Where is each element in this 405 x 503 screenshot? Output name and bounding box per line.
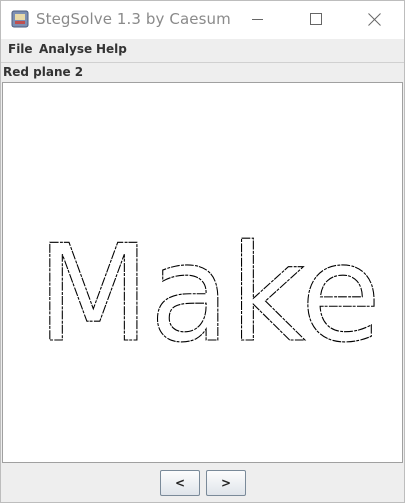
plane-image-text: Make xyxy=(37,216,381,372)
close-button[interactable] xyxy=(351,1,397,37)
title-bar[interactable]: StegSolve 1.3 by Caesum xyxy=(1,1,404,39)
menu-help[interactable]: Help xyxy=(96,42,127,56)
window-title: StegSolve 1.3 by Caesum xyxy=(36,10,231,28)
menu-bar: File Analyse Help xyxy=(1,39,404,61)
maximize-button[interactable] xyxy=(293,1,339,37)
app-icon xyxy=(11,10,29,28)
menu-analyse[interactable]: Analyse xyxy=(39,42,92,56)
minimize-icon xyxy=(252,19,263,20)
minimize-button[interactable] xyxy=(235,1,281,37)
menu-separator xyxy=(1,62,404,63)
next-plane-button[interactable]: > xyxy=(206,470,246,496)
maximize-icon xyxy=(310,13,322,25)
stegsolve-window: StegSolve 1.3 by Caesum File Analyse Hel… xyxy=(0,0,405,503)
close-icon xyxy=(367,12,381,26)
menu-file[interactable]: File xyxy=(8,42,33,56)
image-panel: Make xyxy=(2,82,403,463)
plane-image: Make xyxy=(36,215,381,372)
plane-label: Red plane 2 xyxy=(3,65,84,79)
previous-plane-button[interactable]: < xyxy=(160,470,200,496)
